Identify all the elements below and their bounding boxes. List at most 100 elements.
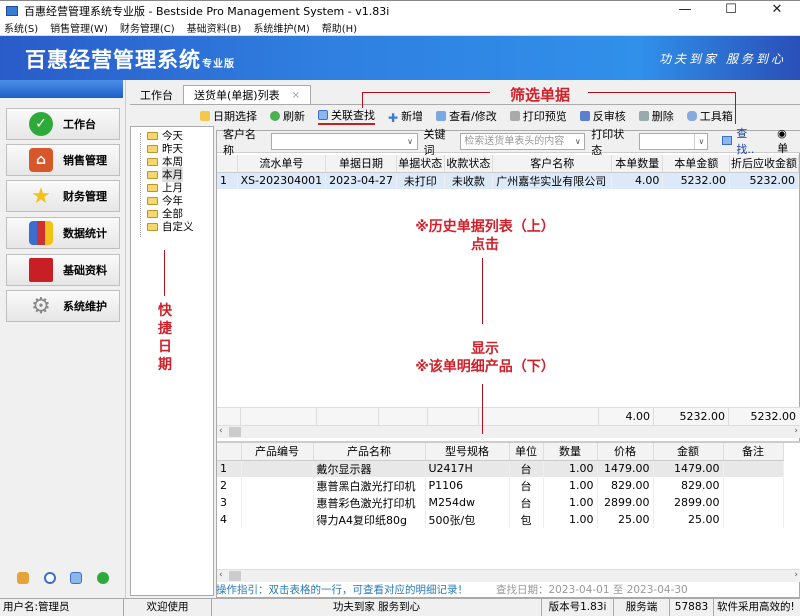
radio-label: 单 — [777, 142, 789, 155]
nav-label: 数据统计 — [63, 227, 107, 240]
back-arrow-icon[interactable] — [96, 572, 109, 584]
status-info: 软件采用高效的! — [717, 600, 795, 613]
maximize-button[interactable]: ☐ — [708, 1, 754, 21]
tab-workbench[interactable]: 工作台 — [130, 85, 183, 104]
button-label: 打印预览 — [522, 110, 567, 123]
folder-open-icon — [147, 170, 158, 179]
col-header-date[interactable]: 单据日期 — [325, 155, 398, 173]
col-header-model[interactable]: 型号规格 — [425, 443, 510, 461]
orders-table: 流水单号 单据日期 单据状态 收款状态 客户名称 本单数量 本单金额 折后应收金… — [217, 155, 799, 189]
col-header-quantity[interactable]: 数量 — [543, 443, 598, 461]
cell-receivable: 5232.00 — [729, 172, 799, 189]
refresh-icon — [270, 111, 280, 121]
cell-model: U2417H — [425, 460, 510, 477]
refresh-button[interactable]: 刷新 — [270, 108, 305, 124]
folder-icon — [200, 111, 210, 121]
print-preview-button[interactable]: 打印预览 — [509, 108, 567, 124]
menu-finance[interactable]: 财务管理(C) — [120, 20, 175, 35]
form-icon — [436, 111, 447, 121]
nav-sales[interactable]: ⌂ 销售管理 — [6, 144, 120, 176]
col-header-product-name[interactable]: 产品名称 — [313, 443, 426, 461]
menu-basic-data[interactable]: 基础资料(B) — [187, 20, 242, 35]
customer-select[interactable]: ∨ — [270, 133, 418, 150]
orders-totals-row: 4.00 5232.00 5232.00 — [217, 407, 800, 425]
nav-label: 基础资料 — [63, 264, 107, 277]
cell-price: 829.00 — [597, 477, 654, 494]
col-header-doc-status[interactable]: 单据状态 — [396, 155, 445, 173]
chevron-down-icon: ∨ — [574, 137, 581, 146]
search-button[interactable]: 查找.. — [722, 125, 766, 159]
col-header-product-code[interactable]: 产品编号 — [241, 443, 314, 461]
menu-maintenance[interactable]: 系统维护(M) — [253, 20, 309, 35]
table-row[interactable]: 1 戴尔显示器 U2417H 台 1.00 1479.00 1479.00 — [217, 460, 784, 477]
keyword-input[interactable]: 检索送货单表头的内容 ∨ — [460, 133, 586, 150]
print-status-select[interactable]: ∨ — [638, 133, 709, 150]
unapprove-button[interactable]: 反审核 — [579, 108, 626, 124]
col-header-amount[interactable]: 本单金额 — [662, 155, 731, 173]
database-icon — [686, 111, 697, 121]
nav-maintenance[interactable]: ⚙ 系统维护 — [6, 290, 120, 322]
search-window-icon[interactable] — [70, 572, 83, 584]
filter-bar: 客户名称 ∨ 关键词 检索送货单表头的内容 ∨ 打印状态 ∨ 查找.. ◉ 单 — [217, 127, 800, 159]
cell-quantity: 1.00 — [543, 511, 598, 528]
table-row[interactable]: 4 得力A4复印纸80g 500张/包包 1.00 25.00 25.00 — [217, 511, 784, 528]
table-row[interactable]: 3 惠普彩色激光打印机 M254dw 台 1.00 2899.00 2899.00 — [217, 494, 784, 511]
orders-hscrollbar[interactable]: ‹ › — [217, 425, 800, 438]
nav-basic-data[interactable]: 基础资料 — [6, 254, 120, 286]
tree-item-custom[interactable]: 自定义 — [131, 220, 213, 233]
table-row[interactable]: 2 惠普黑白激光打印机 P1106 台 1.00 829.00 829.00 — [217, 477, 784, 494]
related-search-button[interactable]: 关联查找 — [318, 107, 375, 125]
menu-sales[interactable]: 销售管理(W) — [50, 20, 108, 35]
key-icon[interactable] — [17, 572, 30, 584]
toolbox-button[interactable]: 工具箱 — [686, 108, 733, 124]
scroll-left-icon[interactable]: ‹ — [219, 426, 223, 436]
delete-button[interactable]: 删除 — [638, 108, 674, 124]
details-table: 产品编号 产品名称 型号规格 单位 数量 价格 金额 备注 1 戴尔显示器 U241… — [217, 443, 784, 528]
brand-name: 百惠经营管理系统 — [25, 48, 201, 72]
view-edit-button[interactable]: 查看/修改 — [436, 108, 497, 124]
col-header-qty[interactable]: 本单数量 — [611, 155, 664, 173]
nav-finance[interactable]: ★ 财务管理 — [6, 180, 120, 212]
col-header-pay-status[interactable]: 收款状态 — [444, 155, 494, 173]
cell-amount: 25.00 — [653, 511, 724, 528]
col-header-remark[interactable]: 备注 — [723, 443, 784, 461]
col-header-receivable[interactable]: 折后应收金额 — [729, 155, 799, 173]
tab-delivery-list[interactable]: 送货单(单据)列表 × — [183, 85, 311, 104]
button-label: 查看/修改 — [449, 110, 497, 123]
details-hscrollbar[interactable]: ‹ › — [217, 569, 800, 582]
cell-amount: 829.00 — [653, 477, 724, 494]
col-header-unit[interactable]: 单位 — [509, 443, 544, 461]
cell-product-code — [241, 511, 314, 528]
col-header-customer[interactable]: 客户名称 — [492, 155, 613, 173]
menu-help[interactable]: 帮助(H) — [322, 20, 357, 35]
minimize-button[interactable]: — — [662, 1, 708, 21]
cell-model: P1106 — [425, 477, 510, 494]
col-header-amount[interactable]: 金额 — [653, 443, 724, 461]
col-header-price[interactable]: 价格 — [597, 443, 654, 461]
row-index: 1 — [217, 460, 242, 477]
scroll-right-icon[interactable]: › — [794, 426, 798, 436]
add-button[interactable]: ✚ 新增 — [388, 108, 423, 125]
quick-icons — [0, 572, 126, 584]
annotation-line — [482, 258, 483, 324]
menu-system[interactable]: 系统(S) — [4, 20, 38, 35]
tab-close-icon[interactable]: × — [292, 90, 300, 101]
search-date-range: 查找日期：2023-04-01 至 2023-04-30 — [496, 584, 688, 596]
nav-statistics[interactable]: 数据统计 — [6, 217, 120, 249]
single-radio[interactable]: ◉ 单 — [777, 127, 800, 156]
col-header-serial[interactable]: 流水单号 — [237, 155, 327, 173]
print-status-label: 打印状态 — [591, 127, 625, 157]
tab-bar: 工作台 送货单(单据)列表 × — [130, 84, 800, 104]
date-select-button[interactable]: 日期选择 — [200, 108, 257, 124]
close-button[interactable]: ✕ — [754, 1, 800, 21]
clock-icon[interactable] — [43, 572, 56, 584]
cell-customer: 广州嘉华实业有限公司 — [492, 172, 613, 189]
table-row[interactable]: 1 XS-202304001 2023-04-27 未打印 未收款 广州嘉华实业… — [217, 172, 799, 189]
cell-product-name: 戴尔显示器 — [313, 460, 426, 477]
col-header — [217, 443, 242, 461]
annotation-line — [164, 250, 165, 296]
nav-workbench[interactable]: ✓ 工作台 — [6, 108, 120, 140]
scroll-right-icon[interactable]: › — [794, 570, 798, 580]
scroll-left-icon[interactable]: ‹ — [219, 570, 223, 580]
status-server: 服务端 — [614, 598, 670, 616]
